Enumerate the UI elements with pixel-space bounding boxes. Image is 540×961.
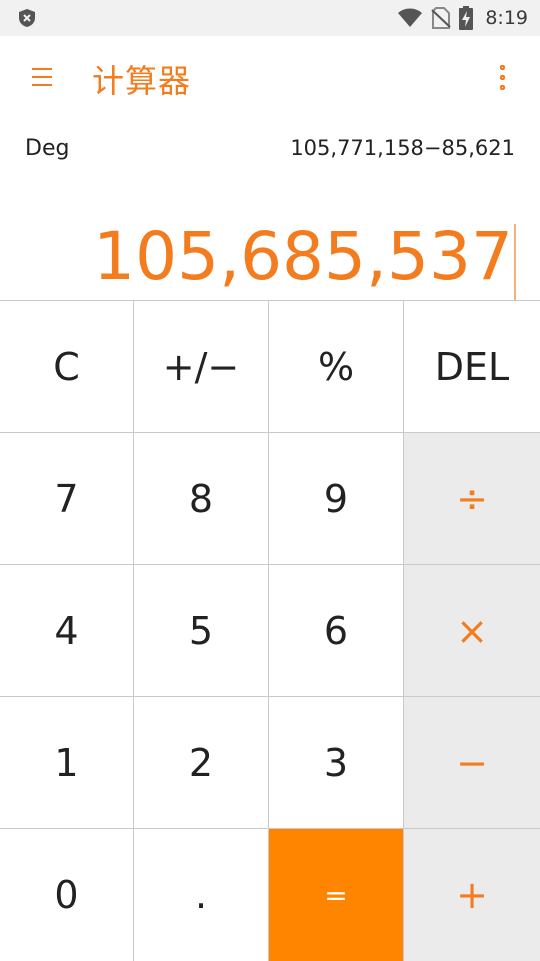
no-sim-icon — [431, 7, 452, 29]
multiply-button[interactable]: × — [404, 565, 540, 697]
digit-7-button[interactable]: 7 — [0, 433, 134, 565]
digit-6-button[interactable]: 6 — [269, 565, 404, 697]
digit-2-button[interactable]: 2 — [134, 697, 269, 829]
add-button[interactable]: + — [404, 829, 540, 961]
app-bar: 计算器 — [0, 36, 540, 122]
app-title: 计算器 — [92, 62, 192, 100]
equals-button[interactable]: = — [269, 829, 404, 961]
decimal-button[interactable]: . — [134, 829, 269, 961]
digit-0-button[interactable]: 0 — [0, 829, 134, 961]
result-display[interactable]: 105,685,537 — [93, 218, 513, 296]
digit-9-button[interactable]: 9 — [269, 433, 404, 565]
subtract-button[interactable]: − — [404, 697, 540, 829]
negate-button[interactable]: +/− — [134, 301, 269, 433]
shield-icon — [19, 9, 35, 27]
wifi-icon — [398, 8, 423, 27]
hamburger-menu-icon[interactable] — [28, 62, 56, 92]
digit-3-button[interactable]: 3 — [269, 697, 404, 829]
digit-1-button[interactable]: 1 — [0, 697, 134, 829]
digit-4-button[interactable]: 4 — [0, 565, 134, 697]
digit-8-button[interactable]: 8 — [134, 433, 269, 565]
percent-button[interactable]: % — [269, 301, 404, 433]
status-bar: 8:19 — [0, 0, 540, 36]
clear-button[interactable]: C — [0, 301, 134, 433]
divide-button[interactable]: ÷ — [404, 433, 540, 565]
angle-mode-label: Deg — [25, 136, 70, 161]
text-cursor — [514, 224, 516, 300]
delete-button[interactable]: DEL — [404, 301, 540, 433]
keypad: C +/− % DEL 7 8 9 ÷ 4 5 6 × 1 2 3 − 0 . … — [0, 300, 540, 961]
more-vert-icon[interactable] — [494, 62, 514, 96]
battery-charging-icon — [459, 6, 474, 30]
status-time: 8:19 — [485, 7, 528, 29]
expression-display: 105,771,158−85,621 — [290, 136, 515, 160]
digit-5-button[interactable]: 5 — [134, 565, 269, 697]
